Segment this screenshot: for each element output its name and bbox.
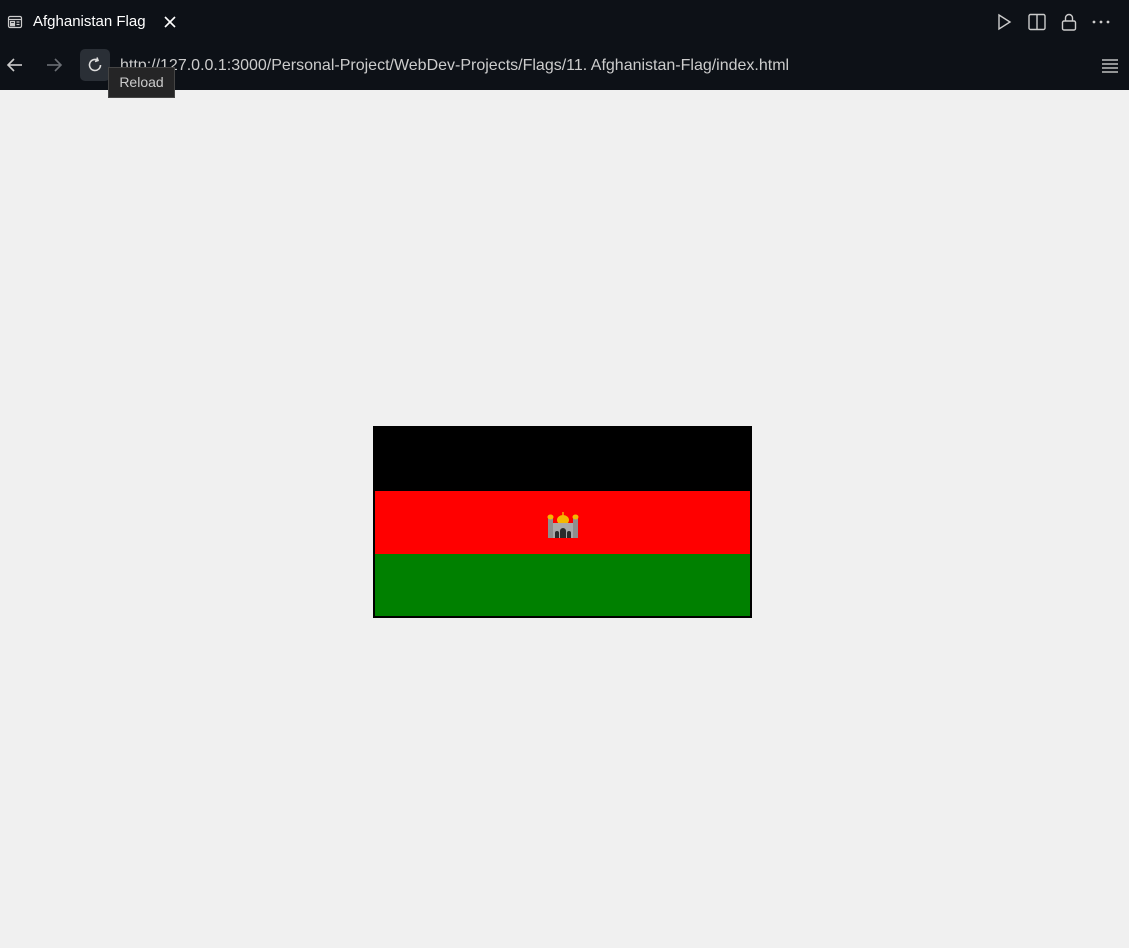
lock-icon[interactable] bbox=[1058, 11, 1080, 33]
tab-bar: Afghanistan Flag bbox=[0, 0, 1129, 44]
tab-afghanistan-flag[interactable]: Afghanistan Flag bbox=[0, 0, 186, 44]
more-actions-icon[interactable] bbox=[1090, 11, 1112, 33]
flag-stripe-black bbox=[375, 428, 750, 491]
mosque-icon bbox=[546, 508, 580, 540]
reload-tooltip: Reload bbox=[108, 67, 175, 98]
arrow-right-icon[interactable] bbox=[39, 49, 69, 81]
arrow-left-icon[interactable] bbox=[0, 49, 30, 81]
tab-title: Afghanistan Flag bbox=[33, 13, 146, 30]
close-icon[interactable] bbox=[162, 14, 178, 30]
browser-preview-icon bbox=[7, 14, 23, 30]
hamburger-menu-icon[interactable] bbox=[1099, 56, 1121, 76]
play-icon[interactable] bbox=[993, 11, 1015, 33]
url-address-bar[interactable]: http://127.0.0.1:3000/Personal-Project/W… bbox=[120, 56, 789, 76]
flag-stripe-green bbox=[375, 554, 750, 616]
split-editor-icon[interactable] bbox=[1026, 11, 1048, 33]
reload-icon[interactable] bbox=[80, 49, 110, 81]
afghanistan-flag bbox=[373, 426, 752, 618]
